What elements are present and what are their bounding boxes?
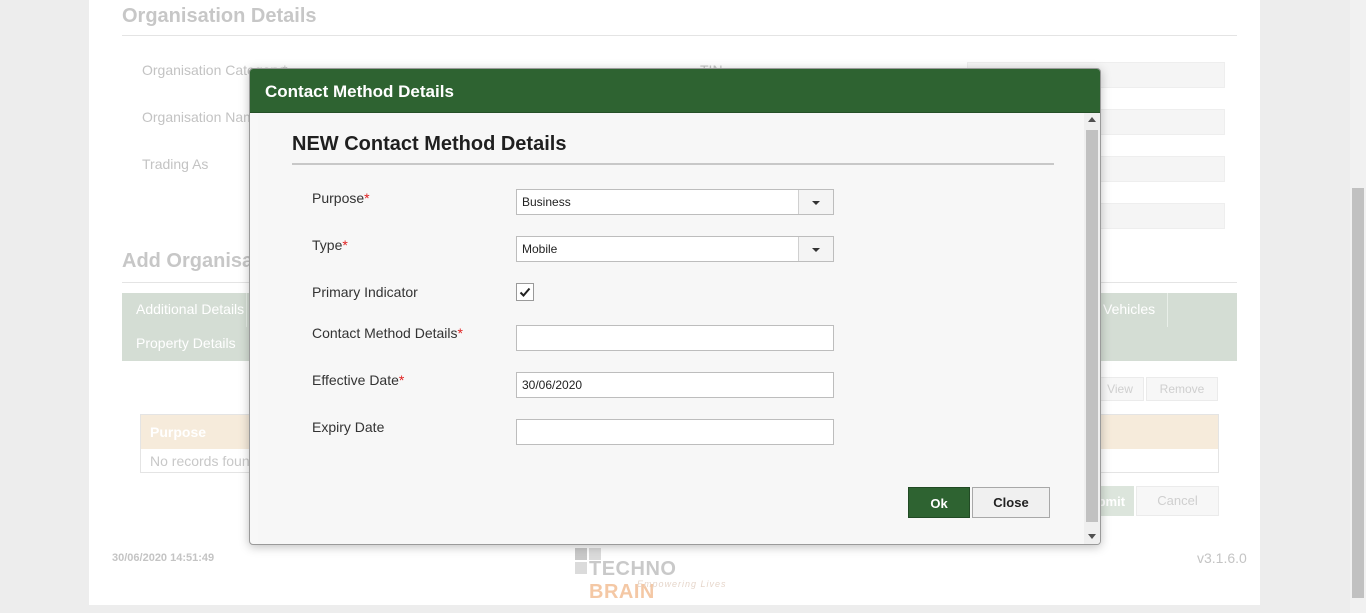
tab-additional-details[interactable]: Additional Details [136,301,244,317]
ok-button[interactable]: Ok [908,487,970,518]
cancel-button[interactable]: Cancel [1136,486,1219,516]
dialog-scrollbar-thumb[interactable] [1086,130,1098,522]
label-organisation-name: Organisation Name [142,109,263,125]
grid-empty-text: No records found [150,453,258,469]
version-label: v3.1.6.0 [1197,550,1247,566]
dialog-title: Contact Method Details [265,82,454,101]
dialog-body: NEW Contact Method Details Purpose* Type… [258,113,1084,544]
tab-separator [1167,293,1168,327]
dialog-scrollbar[interactable] [1084,113,1100,544]
type-select[interactable]: Mobile [516,236,834,262]
purpose-value: Business [522,195,571,209]
purpose-select[interactable]: Business [516,189,834,215]
required-marker: * [364,190,370,206]
page-scrollbar-thumb[interactable] [1352,188,1364,598]
page-scrollbar[interactable] [1350,0,1366,613]
tab-vehicles[interactable]: Vehicles [1103,301,1155,317]
logo-square-icon [575,548,587,560]
checkmark-icon [519,287,531,297]
dropdown-toggle[interactable] [798,190,833,214]
primary-indicator-checkbox[interactable] [516,283,534,301]
logo-tagline: Empowering Lives [637,579,727,589]
logo-square-icon [575,562,587,574]
label-trading-as: Trading As [142,156,209,172]
form-heading: NEW Contact Method Details [292,133,567,155]
chevron-down-icon [812,248,820,252]
tab-property-details[interactable]: Property Details [136,335,236,351]
scroll-up-arrow-icon[interactable] [1088,117,1096,122]
effective-date-input[interactable]: 30/06/2020 [516,372,834,398]
footer-timestamp: 30/06/2020 14:51:49 [112,552,215,564]
remove-button[interactable]: Remove [1146,377,1218,401]
view-button[interactable]: View [1096,377,1144,401]
contact-method-details-input[interactable] [516,325,834,351]
dialog-header[interactable]: Contact Method Details [250,69,1100,113]
type-value: Mobile [522,242,558,256]
purpose-label: Purpose* [312,190,370,206]
required-marker: * [457,325,463,341]
grid-header-purpose[interactable]: Purpose [150,424,206,440]
required-marker: * [342,237,348,253]
type-label: Type* [312,237,348,253]
techno-brain-logo: TECHNO BRAIN Empowering Lives [575,546,735,603]
required-marker: * [398,372,405,388]
heading-divider [292,163,1054,165]
scroll-down-arrow-icon[interactable] [1088,534,1096,539]
tab-separator [246,293,247,327]
chevron-down-icon [812,201,820,205]
expiry-date-label: Expiry Date [312,419,385,435]
section-title-organisation-details: Organisation Details [122,5,317,27]
close-button[interactable]: Close [972,487,1050,518]
contact-method-details-label: Contact Method Details* [312,325,463,341]
dropdown-toggle[interactable] [798,237,833,261]
contact-method-dialog: Contact Method Details NEW Contact Metho… [249,68,1101,545]
effective-date-label: Effective Date* [312,372,405,388]
divider [122,35,1237,36]
primary-indicator-label: Primary Indicator [312,284,418,300]
expiry-date-input[interactable] [516,419,834,445]
